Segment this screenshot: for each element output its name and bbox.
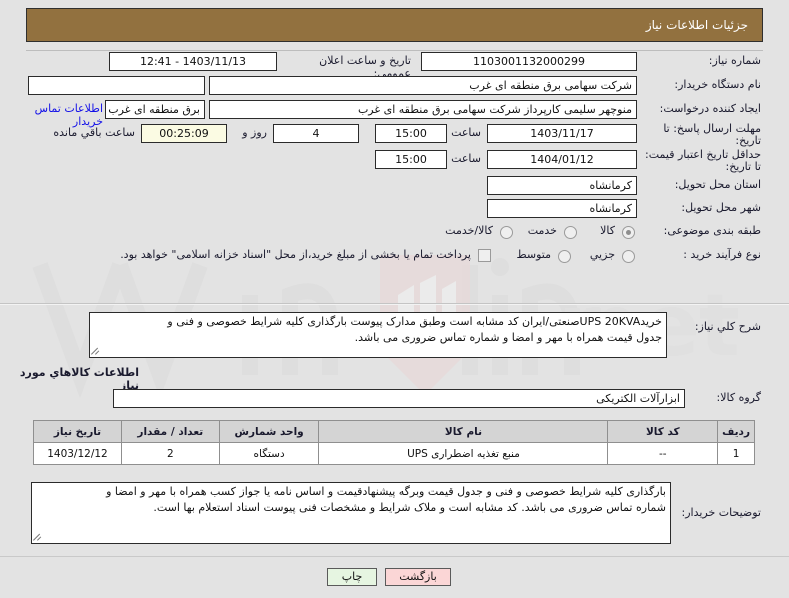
buyer-notes-label: توضیحات خریدار: (681, 506, 762, 519)
goods-table-header-row: ردیف کد کالا نام کالا واحد شمارش تعداد /… (33, 420, 755, 443)
row-price-validity: حداقل تاریخ اعتبار قیمت: تا تاریخ: 1404/… (26, 149, 763, 175)
row-creator: ایجاد کننده درخواست: منوچهر سلیمی کارپرد… (26, 99, 763, 128)
price-validity-hour-field[interactable]: 15:00 (375, 150, 447, 169)
back-button[interactable]: بازگشت (385, 568, 451, 586)
cell-radif: 1 (717, 442, 755, 465)
table-row: 1 -- منبع تغذیه اضطراری UPS دستگاه 2 140… (33, 442, 755, 465)
deadline-hour-field[interactable]: 15:00 (375, 124, 447, 143)
goods-table: ردیف کد کالا نام کالا واحد شمارش تعداد /… (33, 420, 755, 465)
row-need-number: شماره نیاز: 1103001132000299 تاریخ و ساع… (26, 51, 763, 80)
radio-process-motevaset[interactable] (558, 250, 571, 263)
goods-group-field[interactable]: ابزارآلات الکتریکی (113, 389, 685, 408)
countdown-label: ساعت باقي مانده (53, 126, 135, 139)
row-process-type: نوع فرآیند خرید : جزیي متوسط پرداخت تمام… (26, 245, 763, 269)
cell-code: -- (607, 442, 719, 465)
goods-group-label: گروه کالا: (716, 391, 761, 404)
radio-category-kala[interactable] (622, 226, 635, 239)
radio-category-khedmat[interactable] (564, 226, 577, 239)
buyer-org-field-overflow[interactable] (28, 76, 205, 95)
row-category: طبقه بندی موضوعی: کالا خدمت کالا/خدمت (26, 221, 763, 245)
price-validity-label: حداقل تاریخ اعتبار قیمت: تا تاریخ: (645, 148, 761, 173)
need-description-wrap: خریدUPS 20KVAصنعتی/ایران کد مشابه است وط… (89, 312, 667, 358)
need-description-label: شرح کلي نیاز: (694, 320, 761, 333)
process-type-label: نوع فرآیند خرید : (683, 248, 761, 261)
checkbox-treasury-docs[interactable] (478, 249, 491, 262)
buyer-org-label: نام دستگاه خریدار: (674, 78, 761, 91)
province-field[interactable]: کرمانشاه (487, 176, 637, 195)
buyer-notes-line1: بارگذاری کلیه شرایط خصوصی و فنی و جدول ق… (106, 485, 666, 498)
radio-category-khedmat-label: خدمت (527, 224, 557, 237)
need-description-line2: جدول قیمت همراه با مهر و امضا و شماره تم… (354, 331, 662, 344)
col-date: تاریخ نیاز (33, 420, 122, 443)
remaining-days-field: 4 (273, 124, 359, 143)
countdown-field: 00:25:09 (141, 124, 227, 143)
col-name: نام کالا (318, 420, 609, 443)
row-province: استان محل تحویل: کرمانشاه (26, 175, 763, 198)
radio-category-kala-khedmat[interactable] (500, 226, 513, 239)
need-number-field[interactable]: 1103001132000299 (421, 52, 637, 71)
radio-process-jozei[interactable] (622, 250, 635, 263)
cell-date: 1403/12/12 (33, 442, 122, 465)
resize-grip-icon-2[interactable] (33, 533, 42, 542)
need-info-panel: شماره نیاز: 1103001132000299 تاریخ و ساع… (26, 50, 763, 269)
deadline-date-field[interactable]: 1403/11/17 (487, 124, 637, 143)
cell-name: منبع تغذیه اضطراری UPS (318, 442, 609, 465)
announce-date-field[interactable]: 1403/11/13 - 12:41 (109, 52, 277, 71)
city-label: شهر محل تحویل: (681, 201, 761, 214)
radio-process-motevaset-label: متوسط (516, 248, 551, 261)
radio-category-kala-label: کالا (600, 224, 615, 237)
creator-field[interactable]: منوچهر سلیمی کارپرداز شرکت سهامی برق منط… (209, 100, 637, 119)
category-label: طبقه بندی موضوعی: (663, 224, 761, 237)
print-button[interactable]: چاپ (327, 568, 377, 586)
creator-label: ایجاد کننده درخواست: (659, 102, 761, 115)
creator-field-overflow[interactable]: برق منطقه ای غرب (105, 100, 205, 119)
col-unit: واحد شمارش (218, 420, 320, 443)
buyer-notes-line2: شماره تماس ضروری می باشد. کد مشابه است و… (153, 501, 666, 514)
resize-grip-icon[interactable] (91, 347, 100, 356)
deadline-hour-label: ساعت (451, 126, 481, 139)
row-buyer-org: نام دستگاه خریدار: شرکت سهامی برق منطقه … (26, 75, 763, 99)
page-root: r n e t جزئیات اطلاعات نیاز شماره نیاز: … (0, 0, 789, 598)
city-field[interactable]: کرمانشاه (487, 199, 637, 218)
province-label: استان محل تحویل: (674, 178, 761, 191)
need-description-textarea[interactable]: خریدUPS 20KVAصنعتی/ایران کد مشابه است وط… (89, 312, 667, 358)
col-qty: تعداد / مقدار (120, 420, 220, 443)
panel-divider-1 (0, 303, 789, 305)
row-city: شهر محل تحویل: کرمانشاه (26, 198, 763, 221)
col-radif: ردیف (717, 420, 755, 443)
remaining-days-label: روز و (242, 126, 267, 139)
price-validity-date-field[interactable]: 1404/01/12 (487, 150, 637, 169)
need-number-label: شماره نیاز: (708, 54, 761, 67)
col-code: کد کالا (607, 420, 719, 443)
treasury-note-label: پرداخت تمام یا بخشی از مبلغ خرید،از محل … (120, 248, 471, 261)
buyer-notes-textarea[interactable]: بارگذاری کلیه شرایط خصوصی و فنی و جدول ق… (31, 482, 671, 544)
radio-process-jozei-label: جزیي (589, 248, 615, 261)
radio-category-kala-khedmat-label: کالا/خدمت (445, 224, 493, 237)
footer-divider (0, 556, 789, 557)
page-title: جزئیات اطلاعات نیاز (26, 8, 763, 42)
buyer-org-field[interactable]: شرکت سهامی برق منطقه ای غرب (209, 76, 637, 95)
deadline-label: مهلت ارسال پاسخ: تا تاریخ: (663, 122, 761, 147)
cell-unit: دستگاه (218, 442, 320, 465)
buyer-notes-wrap: بارگذاری کلیه شرایط خصوصی و فنی و جدول ق… (31, 482, 671, 544)
need-description-line1: خریدUPS 20KVAصنعتی/ایران کد مشابه است وط… (167, 315, 662, 328)
cell-qty: 2 (120, 442, 220, 465)
row-deadline: مهلت ارسال پاسخ: تا تاریخ: 1403/11/17 سا… (26, 123, 763, 149)
price-validity-hour-label: ساعت (451, 152, 481, 165)
